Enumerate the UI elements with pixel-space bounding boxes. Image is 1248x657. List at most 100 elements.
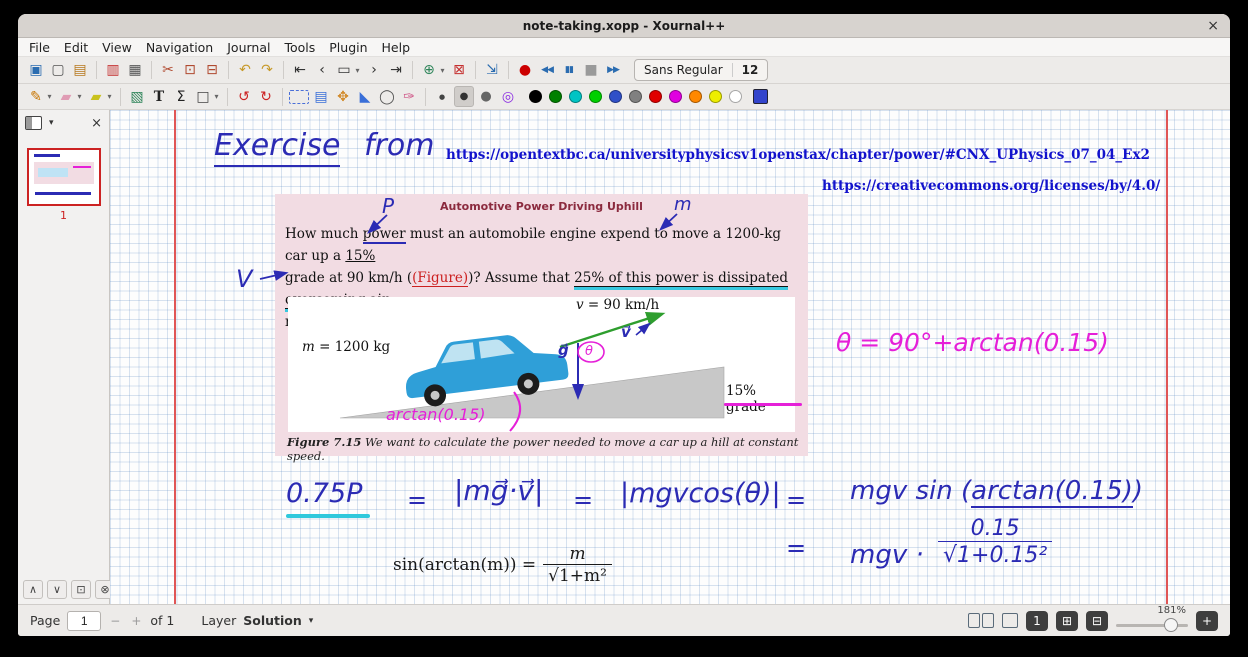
preview-down-button[interactable]: ∨ <box>47 580 67 599</box>
zoom-in-button[interactable]: + <box>1196 611 1218 631</box>
color-magenta-swatch[interactable] <box>669 90 682 103</box>
page-decrement-button[interactable]: − <box>108 614 122 628</box>
layer-caret-icon[interactable]: ▾ <box>309 616 314 626</box>
lasso-tool-icon[interactable]: ◎ <box>498 86 518 107</box>
font-name[interactable]: Sans Regular <box>635 63 732 77</box>
color-gray-swatch[interactable] <box>629 90 642 103</box>
new-document-icon[interactable]: ▢ <box>48 60 68 81</box>
color-blue-swatch[interactable] <box>609 90 622 103</box>
fullscreen-icon[interactable]: ⇲ <box>482 60 502 81</box>
record-audio-icon[interactable]: ● <box>515 60 535 81</box>
shape-caret[interactable]: ▾ <box>212 86 221 107</box>
color-lightgreen-swatch[interactable] <box>589 90 602 103</box>
compass-icon[interactable]: ◯ <box>377 86 397 107</box>
pen-caret[interactable]: ▾ <box>45 86 54 107</box>
export-pdf-icon[interactable]: ▥ <box>103 60 123 81</box>
menu-file[interactable]: File <box>22 40 57 55</box>
shape-tool-icon[interactable]: □ <box>193 86 213 107</box>
shape-recognizer-icon[interactable]: ↺ <box>234 86 254 107</box>
eraser-tool-icon[interactable]: ▰ <box>56 86 76 107</box>
preview-up-button[interactable]: ∧ <box>23 580 43 599</box>
previous-page-icon[interactable]: ‹ <box>312 60 332 81</box>
sidebar-caret-icon[interactable]: ▾ <box>49 118 54 128</box>
color-green-swatch[interactable] <box>549 90 562 103</box>
color-red-swatch[interactable] <box>649 90 662 103</box>
cut-icon[interactable]: ✂ <box>158 60 178 81</box>
current-color-swatch[interactable] <box>753 89 768 104</box>
math-row2-fraction: 0.15√1+0.15² <box>938 516 1052 568</box>
zoom-original-button[interactable]: ⊟ <box>1086 611 1108 631</box>
rewind-icon[interactable]: ◀◀ <box>537 60 557 81</box>
redo-icon[interactable]: ↷ <box>257 60 277 81</box>
undo-icon[interactable]: ↶ <box>235 60 255 81</box>
eraser-caret[interactable]: ▾ <box>75 86 84 107</box>
source-url[interactable]: https://opentextbc.ca/universityphysicsv… <box>446 147 1150 163</box>
last-page-icon[interactable]: ⇥ <box>386 60 406 81</box>
zoom-slider-handle[interactable] <box>1164 618 1178 632</box>
close-window-icon[interactable]: × <box>1207 19 1219 33</box>
dual-page-view-icon[interactable] <box>968 613 994 628</box>
save-icon[interactable]: ▣ <box>26 60 46 81</box>
brush-tool-icon[interactable]: ✑ <box>399 86 419 107</box>
menu-help[interactable]: Help <box>375 40 418 55</box>
print-icon[interactable]: ▦ <box>125 60 145 81</box>
color-white-swatch[interactable] <box>729 90 742 103</box>
stop-icon[interactable]: ■ <box>581 60 601 81</box>
sidebar-close-icon[interactable]: × <box>91 116 102 131</box>
page-number-input[interactable] <box>67 611 101 631</box>
color-orange-swatch[interactable] <box>689 90 702 103</box>
preview-sidebar: ▾ × 1 ∧∨⊡⊗ <box>18 110 110 604</box>
duplicate-page-button[interactable]: ⊡ <box>71 580 91 599</box>
color-yellow-swatch[interactable] <box>709 90 722 103</box>
annotation-m: m <box>674 194 692 215</box>
font-size[interactable]: 12 <box>732 63 768 77</box>
page-indicator-button[interactable]: 1 <box>1026 611 1048 631</box>
add-page-icon[interactable]: ⊕ <box>419 60 439 81</box>
menu-navigation[interactable]: Navigation <box>139 40 220 55</box>
insert-image-icon[interactable]: ▧ <box>127 86 147 107</box>
menu-journal[interactable]: Journal <box>220 40 277 55</box>
menu-edit[interactable]: Edit <box>57 40 95 55</box>
ruler-icon[interactable]: ◣ <box>355 86 375 107</box>
highlighter-tool-icon[interactable]: ▰ <box>86 86 106 107</box>
license-url[interactable]: https://creativecommons.org/licenses/by/… <box>822 178 1160 194</box>
document-canvas[interactable]: Exercise from https://opentextbc.ca/univ… <box>110 110 1230 604</box>
math-tex-icon[interactable]: Σ <box>171 86 191 107</box>
figure-link[interactable]: (Figure) <box>412 270 468 287</box>
first-page-icon[interactable]: ⇤ <box>290 60 310 81</box>
paste-icon[interactable]: ⊟ <box>202 60 222 81</box>
snapping-icon[interactable]: ↻ <box>256 86 276 107</box>
color-cyan-swatch[interactable] <box>569 90 582 103</box>
thickness-fine-icon[interactable]: ● <box>432 86 452 107</box>
text-tool-icon[interactable]: T <box>149 86 169 107</box>
color-black-swatch[interactable] <box>529 90 542 103</box>
menu-plugin[interactable]: Plugin <box>322 40 374 55</box>
page-label: Page <box>30 613 60 628</box>
page-increment-button[interactable]: + <box>129 614 143 628</box>
font-selector[interactable]: Sans Regular 12 <box>634 59 768 81</box>
layer-value[interactable]: Solution <box>243 613 302 628</box>
copy-icon[interactable]: ⊡ <box>180 60 200 81</box>
add-page-caret[interactable]: ▾ <box>438 60 447 81</box>
open-icon[interactable]: ▤ <box>70 60 90 81</box>
goto-page-icon[interactable]: ▭ <box>334 60 354 81</box>
highlighter-caret[interactable]: ▾ <box>105 86 114 107</box>
delete-page-icon[interactable]: ⊠ <box>449 60 469 81</box>
sidebar-layout-icon[interactable] <box>25 116 42 130</box>
goto-page-caret[interactable]: ▾ <box>353 60 362 81</box>
thickness-medium-icon[interactable]: ● <box>454 86 474 107</box>
next-page-icon[interactable]: › <box>364 60 384 81</box>
presentation-mode-icon[interactable] <box>1002 613 1018 628</box>
thickness-thick-icon[interactable]: ● <box>476 86 496 107</box>
forward-icon[interactable]: ▶▶ <box>603 60 623 81</box>
hand-tool-icon[interactable]: ✥ <box>333 86 353 107</box>
zoom-fit-button[interactable]: ⊞ <box>1056 611 1078 631</box>
menu-tools[interactable]: Tools <box>277 40 322 55</box>
select-rectangle-icon[interactable] <box>289 90 309 104</box>
page-thumbnail[interactable] <box>27 148 101 206</box>
pause-icon[interactable]: ▮▮ <box>559 60 579 81</box>
pen-tool-icon[interactable]: ✎ <box>26 86 46 107</box>
vertical-space-icon[interactable]: ▤ <box>311 86 331 107</box>
menu-view[interactable]: View <box>95 40 139 55</box>
lhs-cyan-underline <box>286 514 370 518</box>
